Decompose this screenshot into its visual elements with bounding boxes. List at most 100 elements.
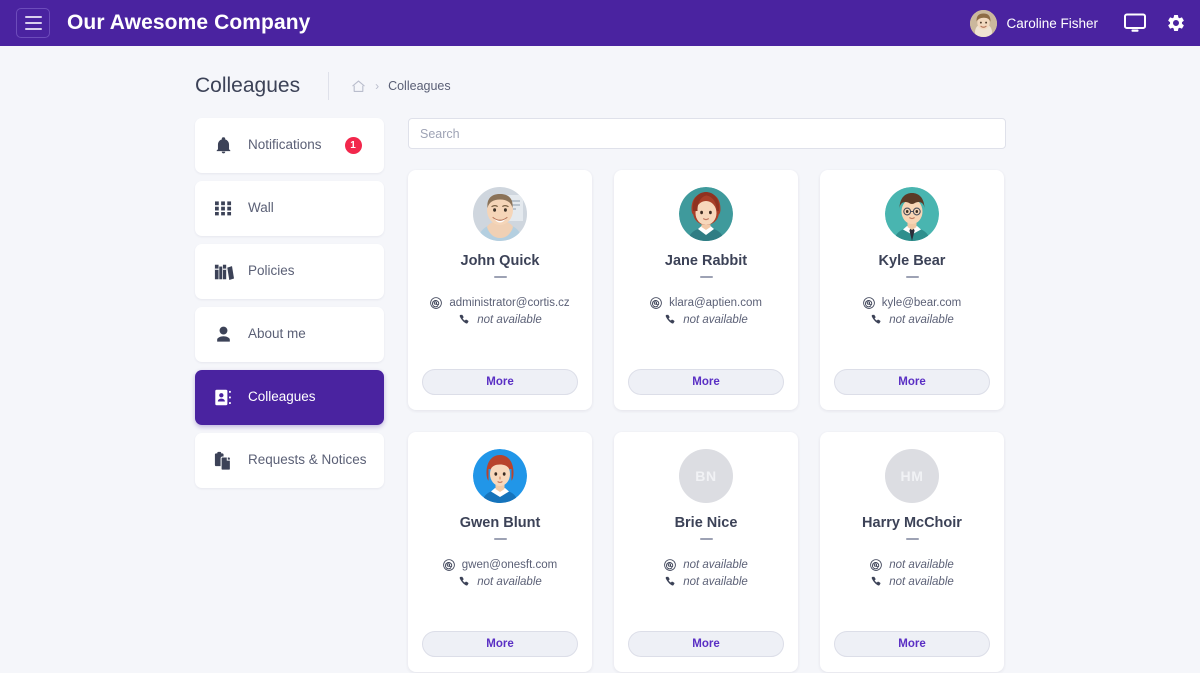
contact-card-icon: [213, 387, 234, 408]
hamburger-bar: [24, 22, 42, 24]
at-sign-icon: [430, 297, 443, 309]
sidebar-item-requests-notices[interactable]: Requests & Notices: [195, 433, 384, 488]
phone-row: not available: [458, 576, 542, 588]
name-divider: [905, 276, 919, 278]
at-sign-icon: [650, 297, 662, 309]
avatar: BN: [679, 449, 733, 503]
colleague-name: Brie Nice: [674, 515, 738, 531]
contact-list: kyle@bear.com not available: [834, 297, 990, 326]
email-value: klara@aptien.com: [669, 297, 762, 309]
email-row: not available: [870, 559, 954, 571]
hamburger-bar: [24, 28, 42, 30]
sidebar-item-label: About me: [248, 326, 306, 342]
hamburger-icon[interactable]: [16, 8, 50, 38]
contact-list: klara@aptien.com not available: [628, 297, 784, 326]
sidebar-item-label: Wall: [248, 200, 274, 216]
user-photo: [970, 9, 998, 37]
phone-row: not available: [664, 314, 748, 326]
contact-list: not available not available: [834, 559, 990, 588]
search-input[interactable]: [408, 118, 1006, 149]
avatar: HM: [885, 449, 939, 503]
content-layout: Notifications 1 Wall Policies About me C…: [0, 104, 1200, 672]
sidebar-item-wall[interactable]: Wall: [195, 181, 384, 236]
colleague-name: Kyle Bear: [878, 253, 946, 269]
email-row[interactable]: kyle@bear.com: [862, 297, 961, 309]
person-icon: [213, 324, 234, 345]
phone-value: not available: [889, 314, 954, 326]
hamburger-bar: [24, 16, 42, 18]
sidebar-item-policies[interactable]: Policies: [195, 244, 384, 299]
colleague-name: Jane Rabbit: [664, 253, 748, 269]
grid-dots-icon: [213, 198, 234, 219]
breadcrumb-current[interactable]: Colleagues: [388, 79, 451, 93]
phone-row: not available: [664, 576, 748, 588]
avatar: [679, 187, 733, 241]
name-divider: [905, 538, 919, 540]
monitor-icon[interactable]: [1124, 13, 1146, 33]
phone-icon: [458, 576, 470, 588]
bell-icon: [213, 135, 234, 156]
phone-icon: [664, 576, 676, 588]
name-divider: [493, 538, 507, 540]
name-divider: [493, 276, 507, 278]
email-value: administrator@cortis.cz: [449, 297, 570, 309]
colleague-name: John Quick: [460, 253, 540, 269]
sidebar-item-label: Colleagues: [248, 389, 316, 405]
more-button[interactable]: More: [628, 631, 784, 657]
avatar-illustration: [679, 187, 733, 241]
name-divider: [699, 538, 713, 540]
phone-icon: [458, 314, 470, 326]
breadcrumb-separator: ›: [375, 79, 380, 93]
avatar-illustration: [473, 449, 527, 503]
phone-value: not available: [683, 314, 748, 326]
phone-value: not available: [889, 576, 954, 588]
at-sign-icon: [664, 559, 677, 571]
colleague-card[interactable]: Gwen Blunt gwen@onesft.com not available: [408, 432, 592, 672]
page-title: Colleagues: [195, 74, 301, 97]
sidebar-item-label: Requests & Notices: [248, 452, 367, 468]
colleague-name: Gwen Blunt: [459, 515, 541, 531]
sidebar-item-label: Notifications: [248, 137, 322, 153]
more-button[interactable]: More: [834, 369, 990, 395]
colleague-card[interactable]: John Quick administrator@cortis.cz not a…: [408, 170, 592, 410]
sidebar-item-notifications[interactable]: Notifications 1: [195, 118, 384, 173]
user-menu[interactable]: Caroline Fisher: [970, 9, 1098, 37]
top-bar-right: Caroline Fisher: [970, 9, 1186, 37]
colleague-card[interactable]: Jane Rabbit klara@aptien.com not availab…: [614, 170, 798, 410]
colleague-card[interactable]: HM Harry McChoir not available not avail…: [820, 432, 1004, 672]
email-value: not available: [889, 559, 954, 571]
more-button[interactable]: More: [422, 631, 578, 657]
top-bar: Our Awesome Company Caroline Fisher: [0, 0, 1200, 46]
email-value: gwen@onesft.com: [461, 559, 558, 571]
phone-icon: [870, 314, 882, 326]
colleague-card[interactable]: BN Brie Nice not available not available…: [614, 432, 798, 672]
email-row[interactable]: gwen@onesft.com: [442, 559, 558, 571]
contact-list: gwen@onesft.com not available: [422, 559, 578, 588]
email-row[interactable]: administrator@cortis.cz: [430, 297, 570, 309]
phone-row: not available: [458, 314, 542, 326]
contact-list: not available not available: [628, 559, 784, 588]
colleague-name: Harry McChoir: [862, 515, 962, 531]
home-icon[interactable]: [351, 79, 366, 94]
notification-badge: 1: [344, 137, 362, 154]
avatar: [473, 187, 527, 241]
phone-icon: [664, 314, 676, 326]
more-button[interactable]: More: [628, 369, 784, 395]
email-row[interactable]: klara@aptien.com: [650, 297, 762, 309]
more-button[interactable]: More: [422, 369, 578, 395]
more-button[interactable]: More: [834, 631, 990, 657]
colleague-card[interactable]: Kyle Bear kyle@bear.com not available Mo…: [820, 170, 1004, 410]
breadcrumb: › Colleagues: [351, 79, 451, 94]
contact-list: administrator@cortis.cz not available: [422, 297, 578, 326]
sidebar-item-about-me[interactable]: About me: [195, 307, 384, 362]
avatar-photo: [473, 187, 527, 241]
phone-row: not available: [870, 576, 954, 588]
brand-title: Our Awesome Company: [67, 11, 311, 34]
phone-row: not available: [870, 314, 954, 326]
email-value: not available: [683, 559, 748, 571]
sidebar-item-colleagues[interactable]: Colleagues: [195, 370, 384, 425]
page-header: Colleagues › Colleagues: [0, 46, 1200, 104]
books-icon: [213, 261, 234, 282]
gear-icon[interactable]: [1166, 13, 1186, 33]
at-sign-icon: [442, 559, 455, 571]
